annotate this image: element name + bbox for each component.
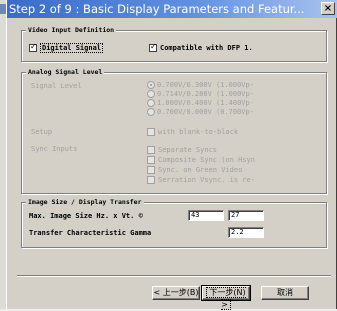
setup-option-label: with blank-to-black bbox=[158, 128, 239, 136]
radio-icon bbox=[147, 99, 155, 107]
gamma-input[interactable]: 2.2 bbox=[228, 227, 264, 238]
sync-on-green-checkbox[interactable]: Sync. on Green Video bbox=[147, 166, 242, 174]
sync-option-label: Separate Syncs bbox=[158, 146, 218, 154]
max-image-size-v-input[interactable]: 27 bbox=[228, 210, 264, 221]
signal-level-option-3[interactable]: 1.000V/0.400V (1.400Vp- bbox=[147, 99, 254, 107]
radio-icon bbox=[147, 90, 155, 98]
digital-signal-checkbox[interactable]: Digital Signal bbox=[29, 42, 104, 53]
analog-signal-legend: Analog Signal Level bbox=[26, 68, 105, 76]
sync-option-label: Serration Vsync. is re- bbox=[158, 176, 255, 184]
radio-icon bbox=[147, 81, 155, 89]
sync-serration-checkbox[interactable]: Serration Vsync. is re- bbox=[147, 176, 255, 184]
dfp-compatible-label: Compatible with DFP 1. bbox=[160, 44, 253, 52]
sync-separate-checkbox[interactable]: Separate Syncs bbox=[147, 146, 217, 154]
next-button[interactable]: 下一步(N) > bbox=[201, 285, 251, 310]
checkbox-icon bbox=[147, 146, 155, 154]
signal-level-option-1[interactable]: 0.700V/0.300V (1.000Vp- bbox=[147, 81, 254, 89]
title-bar[interactable]: Step 2 of 9 : Basic Display Parameters a… bbox=[7, 0, 337, 18]
checkbox-icon bbox=[147, 156, 155, 164]
checkmark-icon bbox=[149, 42, 157, 52]
checkbox-icon bbox=[147, 176, 155, 184]
max-image-size-label: Max. Image Size Hz. x Vt. © bbox=[29, 212, 143, 220]
cancel-button[interactable]: 取消 bbox=[261, 286, 309, 300]
dfp-compatible-checkbox[interactable]: Compatible with DFP 1. bbox=[149, 42, 253, 52]
signal-level-label: Signal Level bbox=[31, 82, 82, 90]
signal-level-option-2[interactable]: 0.714V/0.286V (1.000Vp- bbox=[147, 90, 254, 98]
signal-level-option-4[interactable]: 0.700V/0.000V (0.700Vp- bbox=[147, 108, 254, 116]
setup-blank-to-black-checkbox[interactable]: with blank-to-black bbox=[147, 128, 238, 136]
digital-signal-label: Digital Signal bbox=[40, 43, 104, 53]
wizard-dialog: Step 2 of 9 : Basic Display Parameters a… bbox=[6, 0, 337, 310]
close-icon: × bbox=[323, 3, 333, 14]
signal-level-option-label: 0.714V/0.286V (1.000Vp- bbox=[157, 90, 254, 98]
checkbox-icon bbox=[147, 128, 155, 136]
transfer-characteristic-label: Transfer Characteristic Gamma bbox=[29, 229, 152, 237]
image-size-legend: Image Size / Display Transfer bbox=[26, 198, 144, 206]
sync-inputs-label: Sync Inputs bbox=[31, 145, 78, 153]
signal-level-option-label: 0.700V/0.300V (1.000Vp- bbox=[157, 81, 254, 89]
sync-composite-checkbox[interactable]: Composite Sync (on Hsyn bbox=[147, 156, 255, 164]
sync-option-label: Sync. on Green Video bbox=[158, 166, 243, 174]
checkmark-icon bbox=[29, 42, 37, 52]
image-size-group: Image Size / Display Transfer bbox=[21, 198, 327, 248]
signal-level-option-label: 1.000V/0.400V (1.400Vp- bbox=[157, 99, 254, 107]
next-button-label: 下一步(N) > bbox=[206, 287, 246, 310]
setup-label: Setup bbox=[31, 128, 53, 136]
video-input-legend: Video Input Definition bbox=[26, 26, 117, 34]
sync-option-label: Composite Sync (on Hsyn bbox=[158, 156, 255, 164]
window-title: Step 2 of 9 : Basic Display Parameters a… bbox=[9, 2, 305, 16]
radio-icon bbox=[147, 108, 155, 116]
signal-level-option-label: 0.700V/0.000V (0.700Vp- bbox=[157, 108, 254, 116]
max-image-size-h-input[interactable]: 43 bbox=[188, 210, 224, 221]
button-separator bbox=[17, 275, 331, 277]
back-button[interactable]: < 上一步(B) bbox=[152, 286, 200, 300]
close-button[interactable]: × bbox=[321, 2, 335, 15]
checkbox-icon bbox=[147, 166, 155, 174]
